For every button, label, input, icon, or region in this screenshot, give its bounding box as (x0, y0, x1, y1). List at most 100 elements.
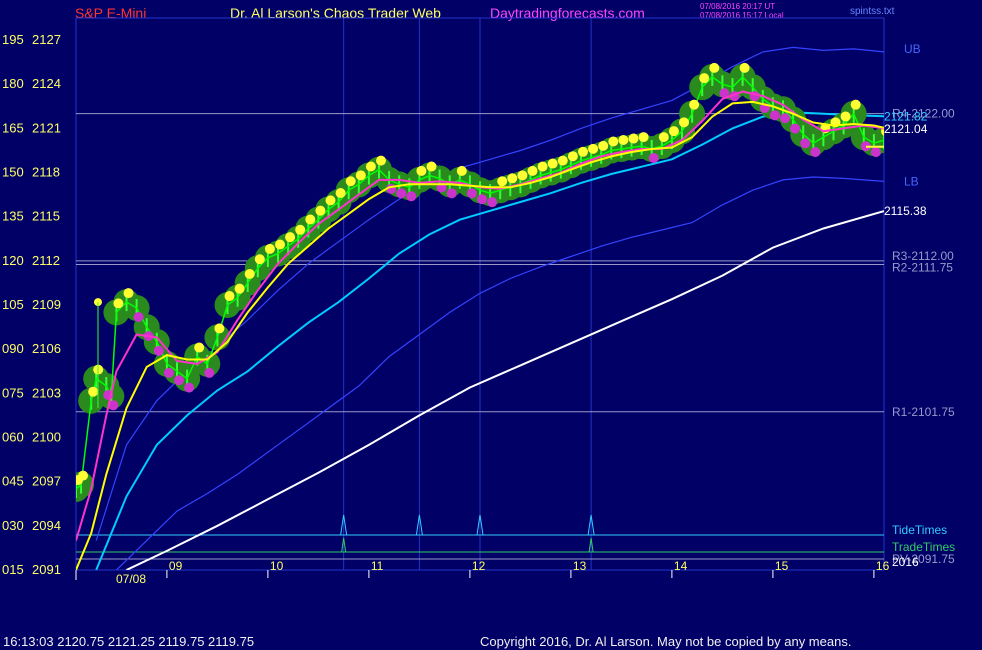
copyright: Copyright 2016, Dr. Al Larson. May not b… (480, 634, 852, 649)
y-tick-price: 2106 (32, 341, 61, 356)
low-marker (133, 311, 144, 322)
low-marker (406, 191, 417, 202)
low-marker (769, 110, 780, 121)
y-tick-left: 030 (2, 518, 24, 533)
y-tick-left: 075 (2, 385, 24, 400)
high-marker (335, 188, 346, 198)
upper-band-label: UB (904, 42, 921, 56)
high-marker (850, 99, 861, 110)
high-marker (689, 99, 700, 110)
high-marker (527, 165, 538, 176)
y-tick-left: 105 (2, 297, 24, 312)
x-tick-label: 13 (573, 559, 587, 573)
fast-end-value: 2121.04 (884, 122, 928, 136)
low-marker (204, 367, 215, 378)
y-tick-price: 2097 (32, 474, 61, 489)
low-marker (184, 382, 195, 393)
pivot-label: R2-2111.75 (892, 261, 953, 275)
lower-band-label: LB (904, 174, 919, 188)
x-tick-label: 16 (876, 559, 890, 573)
high-marker (456, 165, 467, 176)
low-marker (163, 367, 174, 378)
y-tick-price: 2127 (32, 32, 61, 47)
high-marker (588, 143, 599, 154)
y-tick-price: 2115 (32, 209, 60, 224)
y-tick-price: 2103 (32, 385, 61, 400)
y-tick-left: 180 (2, 76, 24, 91)
upper-band-line (95, 46, 884, 541)
high-marker (123, 288, 134, 299)
high-marker (305, 214, 316, 225)
high-marker (315, 205, 326, 216)
low-marker (648, 153, 659, 164)
high-marker (275, 239, 285, 250)
high-marker (285, 232, 296, 243)
y-tick-price: 2121 (32, 120, 61, 135)
x-tick-label: 15 (775, 559, 789, 573)
x-tick-label: 10 (270, 559, 284, 573)
y-tick-left: 015 (2, 562, 24, 577)
y-tick-left: 135 (2, 209, 24, 224)
high-marker (325, 195, 336, 206)
high-marker (679, 117, 689, 128)
y-tick-left: 045 (2, 474, 24, 489)
y-tick-left: 195 (2, 32, 24, 47)
low-marker (790, 123, 801, 134)
high-marker (254, 254, 265, 265)
high-marker (426, 161, 437, 172)
low-marker (870, 147, 881, 158)
long-end-value: 2115.38 (884, 204, 927, 218)
low-marker (487, 197, 498, 208)
high-marker (598, 140, 609, 151)
high-marker (557, 155, 568, 166)
high-marker (638, 132, 649, 143)
high-marker (608, 136, 619, 147)
high-marker (295, 224, 306, 235)
x-tick-label: 12 (472, 559, 486, 573)
high-marker (517, 170, 528, 181)
high-marker (547, 158, 558, 169)
price-chart: 195 2127 180 2124 165 2121 150 2118 135 2115 120 21… (2, 17, 955, 586)
high-marker (376, 155, 386, 166)
low-marker (780, 113, 790, 124)
last-quote: 16:13:03 2120.75 2121.25 2119.75 2119.75 (3, 634, 255, 649)
y-tick-price: 2124 (32, 76, 61, 91)
x-tick-label: 09 (169, 559, 183, 573)
low-marker (174, 375, 184, 386)
high-marker (618, 135, 629, 146)
y-tick-left: 150 (2, 165, 24, 180)
x-tick-label: 11 (371, 559, 384, 573)
high-marker (507, 173, 518, 184)
date-label: 07/08 (116, 572, 146, 586)
high-marker (244, 268, 255, 279)
high-marker (709, 62, 720, 73)
high-marker (365, 161, 376, 172)
low-marker (466, 188, 477, 199)
high-marker (668, 126, 679, 137)
high-marker (840, 111, 851, 122)
high-marker (537, 161, 548, 172)
high-marker (699, 73, 710, 84)
low-marker (800, 138, 811, 149)
pivot-label: R1-2101.75 (892, 405, 955, 419)
low-marker (477, 194, 487, 205)
high-marker (214, 323, 225, 334)
y-tick-price: 2091 (32, 562, 61, 577)
x-tick-label: 14 (674, 559, 688, 573)
high-marker (345, 176, 356, 187)
low-marker (446, 188, 457, 199)
high-marker (355, 170, 366, 181)
y-tick-price: 2100 (32, 430, 61, 445)
high-marker (113, 298, 124, 309)
high-marker (224, 291, 235, 302)
y-tick-price: 2118 (32, 165, 60, 180)
y-tick-price: 2109 (32, 297, 61, 312)
y-tick-left: 120 (2, 253, 24, 268)
tide-label: TideTimes (892, 523, 947, 537)
y-tick-left: 090 (2, 341, 24, 356)
trade-label: TradeTimes (892, 540, 955, 554)
high-marker (78, 470, 89, 481)
high-marker (264, 243, 275, 254)
low-marker (396, 188, 407, 199)
high-marker (194, 342, 205, 353)
